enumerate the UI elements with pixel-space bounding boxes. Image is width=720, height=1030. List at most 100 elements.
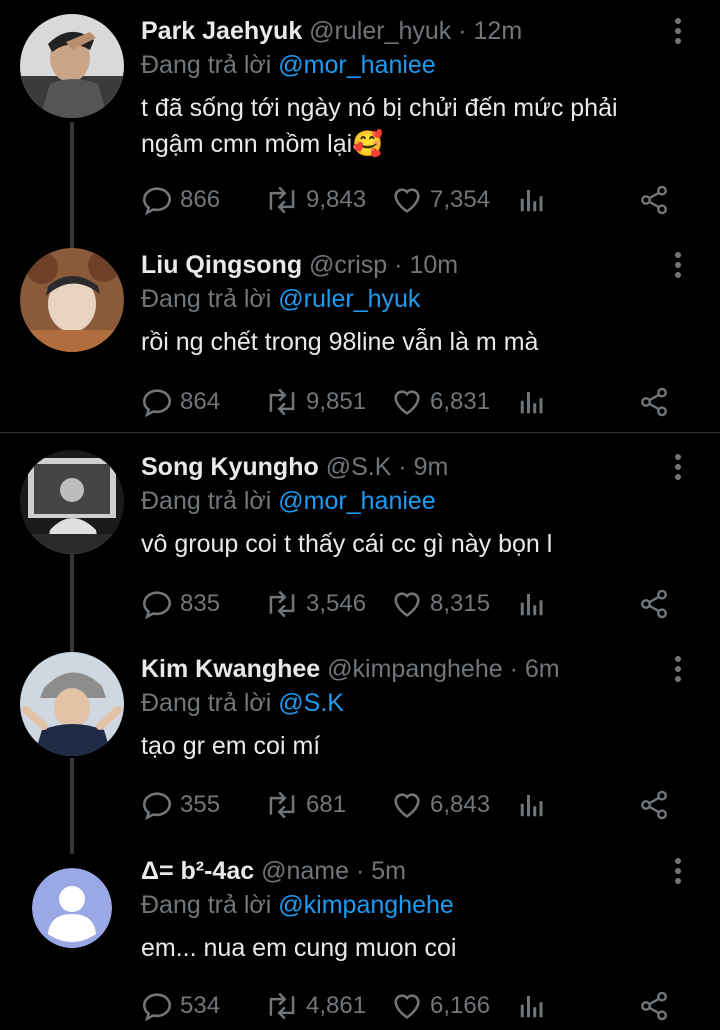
like-count: 8,315 xyxy=(430,590,491,617)
share-button[interactable] xyxy=(638,584,670,624)
share-button[interactable] xyxy=(638,986,670,1026)
tweet-actions: 355 681 6,843 xyxy=(140,785,680,825)
reply-button[interactable]: 355 xyxy=(140,785,220,825)
reply-prefix: Đang trả lời xyxy=(141,689,272,717)
tweet-text: em... nua em cung muon coi xyxy=(141,934,457,962)
share-icon xyxy=(641,387,667,417)
reply-count: 866 xyxy=(180,186,221,213)
analytics-button[interactable] xyxy=(516,785,546,825)
retweet-count: 3,546 xyxy=(306,590,367,617)
timestamp[interactable]: · 12m xyxy=(458,17,522,45)
retweet-icon xyxy=(269,791,295,819)
retweet-count: 9,843 xyxy=(306,186,367,213)
tweet-text: tạo gr em coi mí xyxy=(141,732,321,760)
tweet-actions: 866 9,843 7,354 xyxy=(140,180,680,220)
more-options-icon[interactable] xyxy=(664,856,692,886)
username[interactable]: @S.K xyxy=(326,453,392,481)
tweet-actions: 534 4,861 6,166 xyxy=(140,986,680,1026)
username[interactable]: @ruler_hyuk xyxy=(309,17,451,45)
reply-button[interactable]: 866 xyxy=(140,180,220,220)
heart-icon xyxy=(394,592,420,617)
default-avatar-icon xyxy=(32,868,112,948)
display-name[interactable]: Liu Qingsong xyxy=(141,251,302,279)
tweet-text: t đã sống tới ngày nó bị chửi đến mức ph… xyxy=(141,94,618,158)
reply-prefix: Đang trả lời xyxy=(141,891,272,919)
reply-prefix: Đang trả lời xyxy=(141,487,272,515)
retweet-button[interactable]: 9,843 xyxy=(264,180,366,220)
share-button[interactable] xyxy=(638,180,670,220)
like-button[interactable]: 6,831 xyxy=(390,382,490,422)
display-name[interactable]: Park Jaehyuk xyxy=(141,17,302,45)
analytics-button[interactable] xyxy=(516,584,546,624)
like-button[interactable]: 8,315 xyxy=(390,584,490,624)
retweet-button[interactable]: 4,861 xyxy=(264,986,366,1026)
display-name[interactable]: Kim Kwanghee xyxy=(141,655,320,683)
username[interactable]: @name xyxy=(261,857,349,885)
timestamp[interactable]: · 9m xyxy=(398,453,448,481)
mention-link[interactable]: @mor_haniee xyxy=(278,487,435,515)
replying-to: Đang trả lời @S.K xyxy=(141,686,344,720)
tweet-header: Kim Kwanghee @kimpanghehe · 6m xyxy=(141,652,560,686)
retweet-button[interactable]: 9,851 xyxy=(264,382,366,422)
username[interactable]: @crisp xyxy=(309,251,387,279)
share-icon xyxy=(641,790,667,820)
analytics-button[interactable] xyxy=(516,986,546,1026)
reply-button[interactable]: 864 xyxy=(140,382,220,422)
like-button[interactable]: 7,354 xyxy=(390,180,490,220)
timestamp[interactable]: · 10m xyxy=(394,251,458,279)
avatar[interactable] xyxy=(20,450,124,554)
more-options-icon[interactable] xyxy=(664,452,692,482)
like-button[interactable]: 6,166 xyxy=(390,986,490,1026)
retweet-icon xyxy=(269,590,295,618)
analytics-icon xyxy=(520,190,543,212)
share-icon xyxy=(641,589,667,619)
share-icon xyxy=(641,185,667,215)
tweet-actions: 864 9,851 6,831 xyxy=(140,382,680,422)
avatar[interactable] xyxy=(20,248,124,352)
mention-link[interactable]: @kimpanghehe xyxy=(278,891,454,919)
avatar[interactable] xyxy=(32,868,112,948)
reply-button[interactable]: 534 xyxy=(140,986,220,1026)
avatar[interactable] xyxy=(20,652,124,756)
more-options-icon[interactable] xyxy=(664,16,692,46)
mention-link[interactable]: @S.K xyxy=(278,689,344,717)
like-count: 6,831 xyxy=(430,388,491,415)
avatar[interactable] xyxy=(20,14,124,118)
reply-count: 864 xyxy=(180,388,221,415)
more-options-icon[interactable] xyxy=(664,250,692,280)
tweet-text: rồi ng chết trong 98line vẫn là m mà xyxy=(141,328,539,356)
reply-button[interactable]: 835 xyxy=(140,584,220,624)
tweet-header: Park Jaehyuk @ruler_hyuk · 12m xyxy=(141,14,522,48)
timestamp[interactable]: · 5m xyxy=(356,857,406,885)
like-button[interactable]: 6,843 xyxy=(390,785,490,825)
more-options-icon[interactable] xyxy=(664,654,692,684)
analytics-icon xyxy=(520,795,543,817)
display-name[interactable]: Δ= b²-4ac xyxy=(141,857,254,885)
reply-icon xyxy=(142,993,172,1022)
reply-prefix: Đang trả lời xyxy=(141,285,272,313)
retweet-icon xyxy=(269,186,295,214)
retweet-button[interactable]: 681 xyxy=(264,785,346,825)
share-button[interactable] xyxy=(638,785,670,825)
display-name[interactable]: Song Kyungho xyxy=(141,453,319,481)
heart-icon xyxy=(394,390,420,415)
heart-icon xyxy=(394,188,420,213)
username[interactable]: @kimpanghehe xyxy=(327,655,503,683)
timestamp[interactable]: · 6m xyxy=(510,655,560,683)
mention-link[interactable]: @mor_haniee xyxy=(278,51,435,79)
like-count: 6,843 xyxy=(430,791,491,818)
retweet-count: 681 xyxy=(306,791,347,818)
replying-to: Đang trả lời @kimpanghehe xyxy=(141,888,454,922)
heart-icon xyxy=(394,994,420,1019)
share-button[interactable] xyxy=(638,382,670,422)
reply-icon xyxy=(142,591,172,620)
retweet-button[interactable]: 3,546 xyxy=(264,584,366,624)
analytics-button[interactable] xyxy=(516,382,546,422)
tweet-actions: 835 3,546 8,315 xyxy=(140,584,680,624)
thread-line xyxy=(70,122,74,250)
mention-link[interactable]: @ruler_hyuk xyxy=(278,285,420,313)
tweet-header: Liu Qingsong @crisp · 10m xyxy=(141,248,458,282)
share-icon xyxy=(641,991,667,1021)
reply-icon xyxy=(142,389,172,418)
analytics-button[interactable] xyxy=(516,180,546,220)
